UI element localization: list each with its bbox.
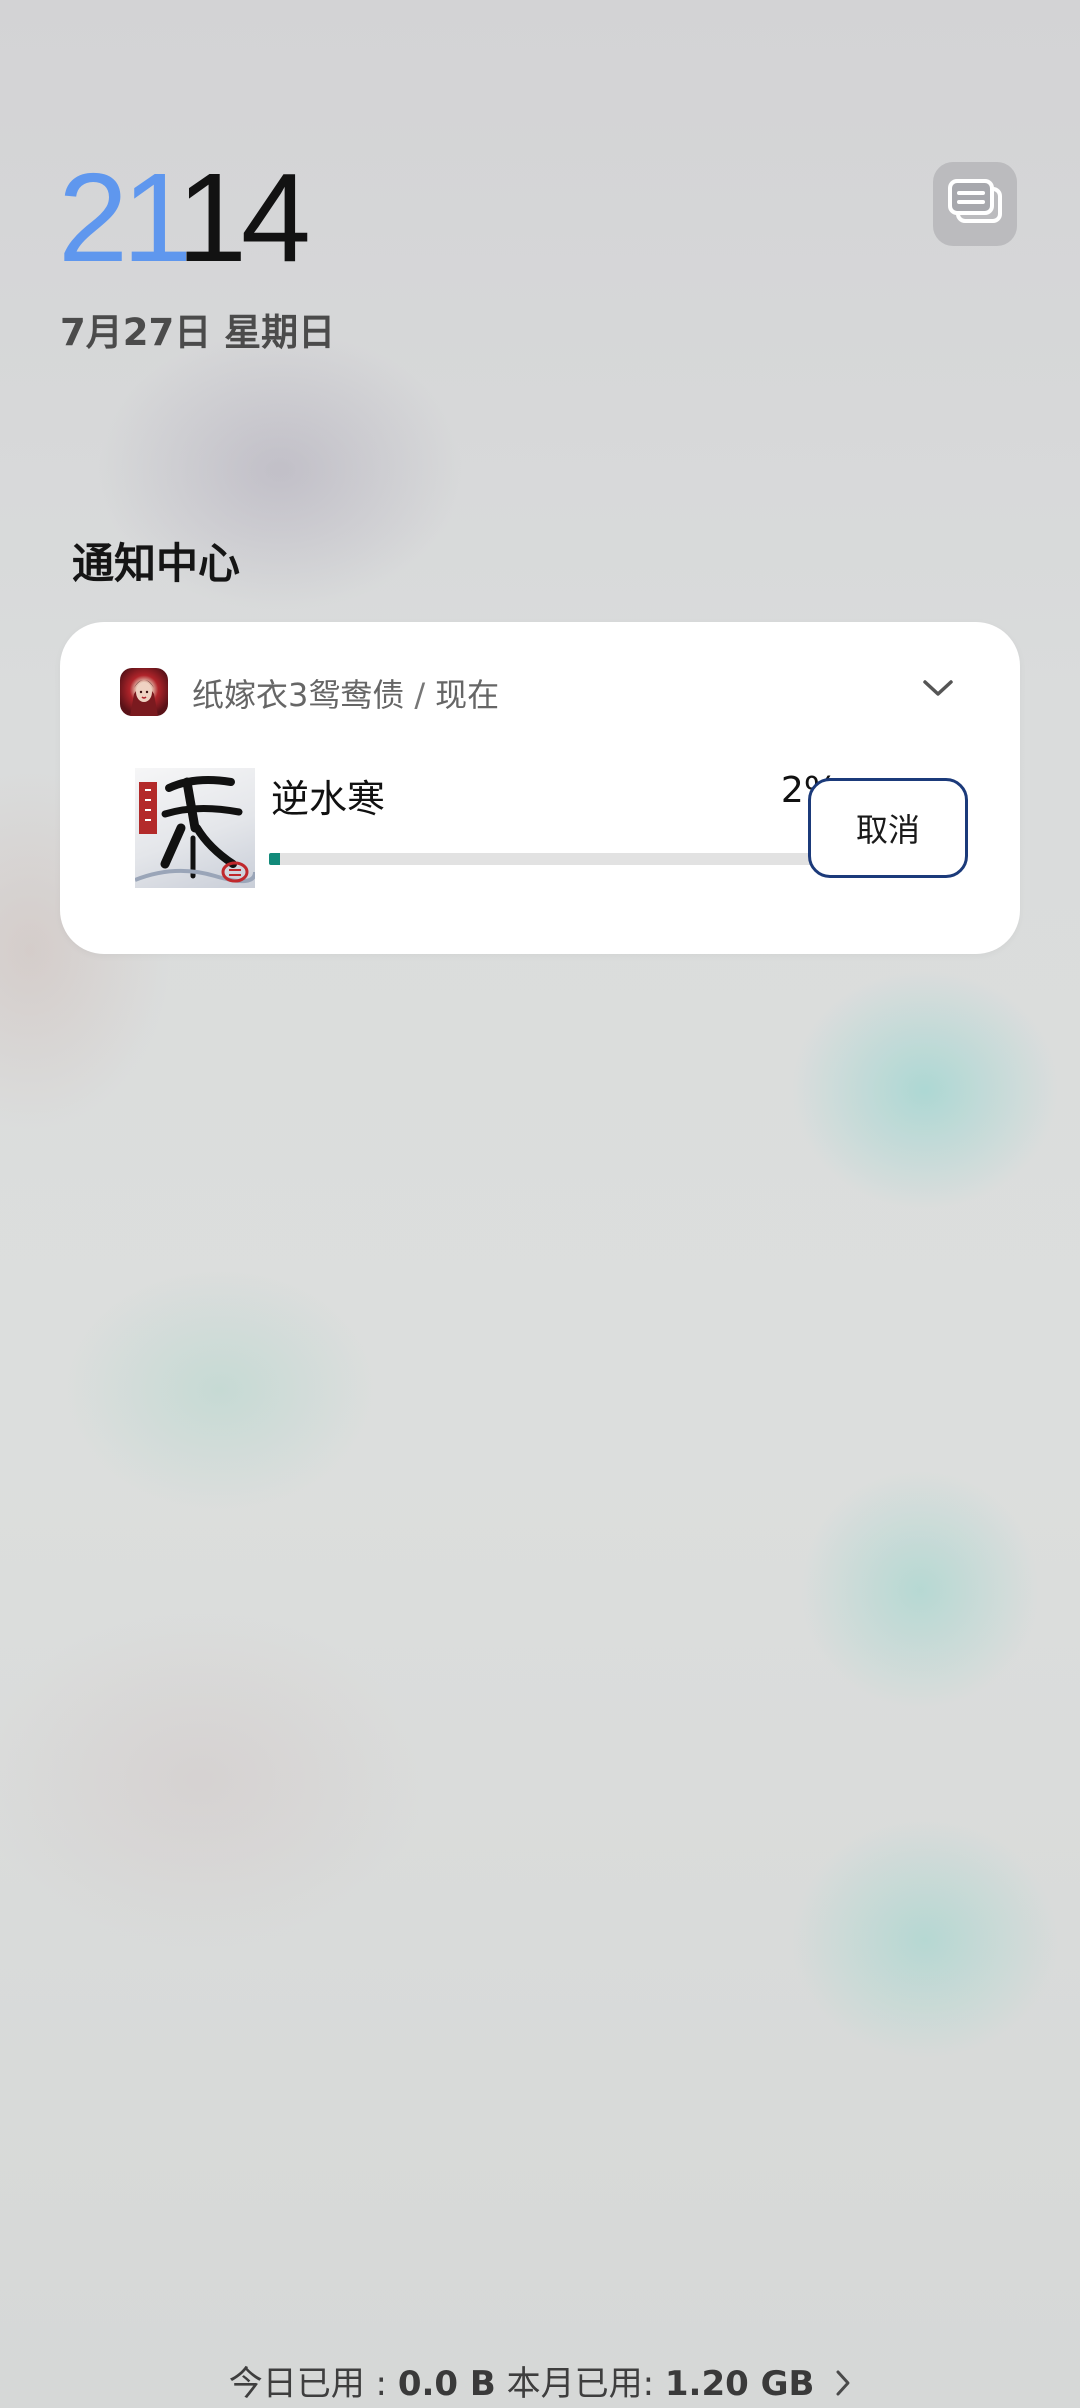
download-progress-fill [269,853,281,865]
clock-minutes: 14 [176,147,311,288]
notification-manage-icon [944,175,1006,233]
chevron-right-icon [835,2366,851,2406]
download-notification-card[interactable]: 纸嫁衣3鸳鸯债/现在 逆水寒 2% 取消 [60,622,1020,954]
expand-button[interactable] [918,670,958,710]
chevron-down-icon [922,678,954,702]
download-title: 逆水寒 [271,777,386,821]
data-usage-footer[interactable]: 今日已用 : 0.0 B 本月已用: 1.20 GB [0,2356,1080,2406]
lock-clock: 2114 [58,155,311,281]
notification-header: 纸嫁衣3鸳鸯债 / 现在 [192,670,499,716]
month-usage-label: 本月已用: [506,2364,665,2404]
wallpaper [0,0,1080,2408]
app-name: 纸嫁衣3鸳鸯债 [192,676,405,714]
game-thumbnail [135,768,255,888]
notification-center-title: 通知中心 [72,539,241,588]
app-icon [120,668,168,716]
today-usage-label: 今日已用 : [228,2364,398,2404]
notification-manage-button[interactable] [933,162,1017,246]
notification-time: 现在 [435,676,500,714]
download-progress-bar [269,853,837,865]
date-label: 7月27日 星期日 [60,311,336,354]
today-usage-value: 0.0 B [397,2364,496,2404]
clock-hours: 21 [58,147,183,288]
month-usage-value: 1.20 GB [664,2364,815,2404]
header-separator: / [414,676,426,714]
cancel-download-button[interactable]: 取消 [808,778,968,878]
